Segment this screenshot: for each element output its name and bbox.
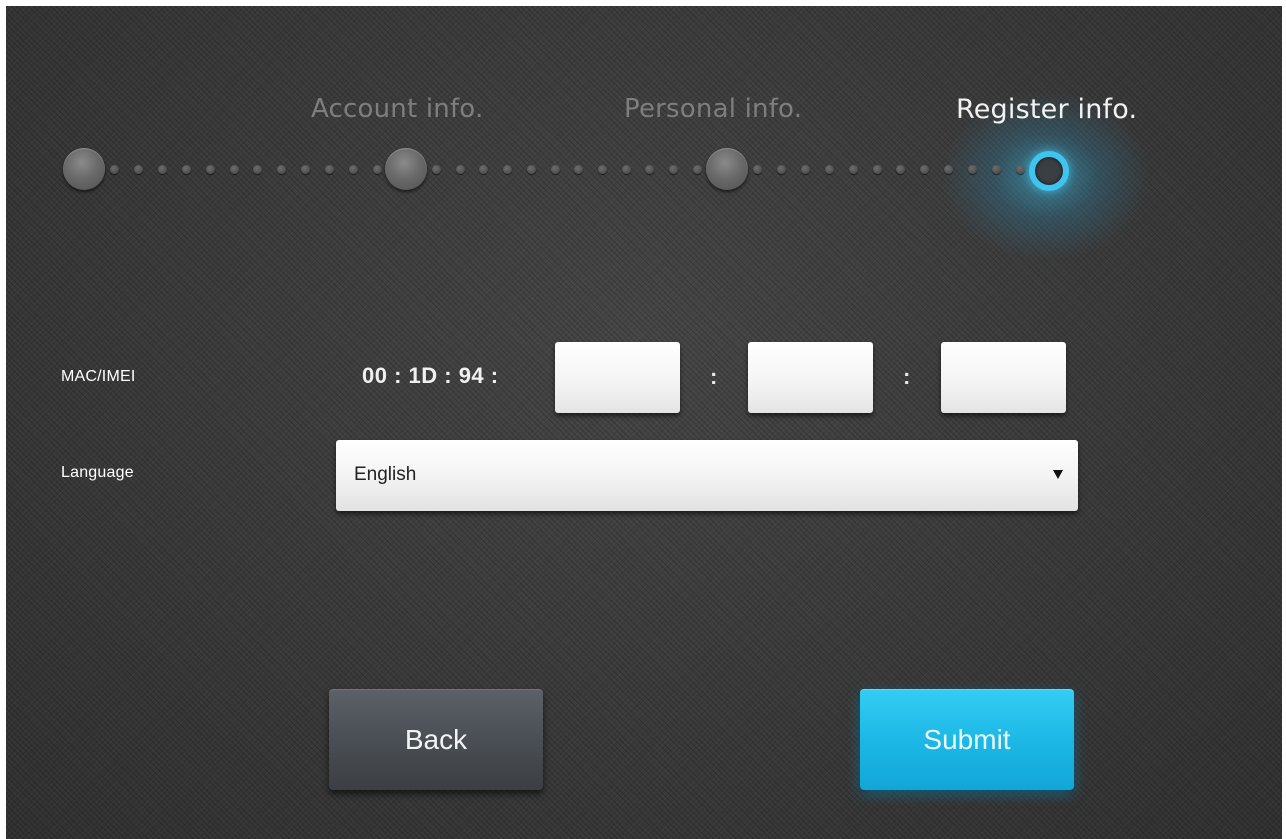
- connector-dot: [253, 164, 263, 174]
- back-button[interactable]: Back: [329, 689, 543, 790]
- connector-dot: [479, 164, 489, 174]
- mac-separator: :: [710, 364, 718, 389]
- step-label-personal: Personal info.: [624, 94, 803, 124]
- registration-screen: Account info. Personal info. Register in…: [6, 6, 1282, 839]
- connector-dot: [157, 164, 167, 174]
- connector-dot: [645, 164, 655, 174]
- connector-dot: [432, 164, 441, 174]
- connector-dot: [205, 164, 215, 174]
- connector-dot: [824, 164, 834, 174]
- step-node-personal-end: [706, 148, 748, 190]
- connector-dot: [349, 164, 359, 174]
- mac-prefix: 00 : 1D : 94 :: [362, 363, 499, 388]
- connector-dot: [621, 164, 631, 174]
- mac-imei-label: MAC/IMEI: [61, 368, 136, 385]
- step-connector: [753, 163, 1025, 175]
- submit-button[interactable]: Submit: [860, 689, 1074, 790]
- language-select[interactable]: English: [336, 440, 1078, 511]
- connector-dot: [277, 164, 287, 174]
- step-label-account: Account info.: [311, 94, 484, 124]
- mac-segment-input-1[interactable]: [555, 342, 680, 413]
- connector-dot: [944, 164, 954, 174]
- connector-dot: [455, 164, 465, 174]
- connector-dot: [896, 164, 906, 174]
- step-node-personal: [385, 148, 427, 190]
- mac-separator: :: [903, 364, 911, 389]
- connector-dot: [776, 164, 786, 174]
- connector-dot: [598, 164, 608, 174]
- connector-dot: [181, 164, 191, 174]
- mac-segment-input-2[interactable]: [748, 342, 873, 413]
- mac-segment-input-3[interactable]: [941, 342, 1066, 413]
- connector-dot: [1015, 164, 1025, 174]
- connector-dot: [669, 164, 679, 174]
- connector-dot: [503, 164, 513, 174]
- dropdown-caret-icon: [1053, 470, 1063, 479]
- connector-dot: [692, 164, 702, 174]
- connector-dot: [872, 164, 882, 174]
- connector-dot: [372, 164, 382, 174]
- connector-dot: [229, 164, 239, 174]
- language-label: Language: [61, 464, 134, 481]
- connector-dot: [968, 164, 978, 174]
- connector-dot: [325, 164, 335, 174]
- connector-dot: [110, 164, 119, 174]
- step-node-account: [63, 148, 105, 190]
- step-connector: [110, 163, 382, 175]
- connector-dot: [574, 164, 584, 174]
- step-label-register: Register info.: [956, 94, 1138, 125]
- connector-dot: [526, 164, 536, 174]
- connector-dot: [301, 164, 311, 174]
- connector-dot: [550, 164, 560, 174]
- connector-dot: [753, 164, 762, 174]
- connector-dot: [800, 164, 810, 174]
- step-connector: [432, 163, 702, 175]
- connector-dot: [992, 164, 1002, 174]
- connector-dot: [848, 164, 858, 174]
- connector-dot: [920, 164, 930, 174]
- language-selected-value: English: [354, 464, 417, 485]
- step-node-register-active: [1029, 151, 1069, 191]
- connector-dot: [133, 164, 143, 174]
